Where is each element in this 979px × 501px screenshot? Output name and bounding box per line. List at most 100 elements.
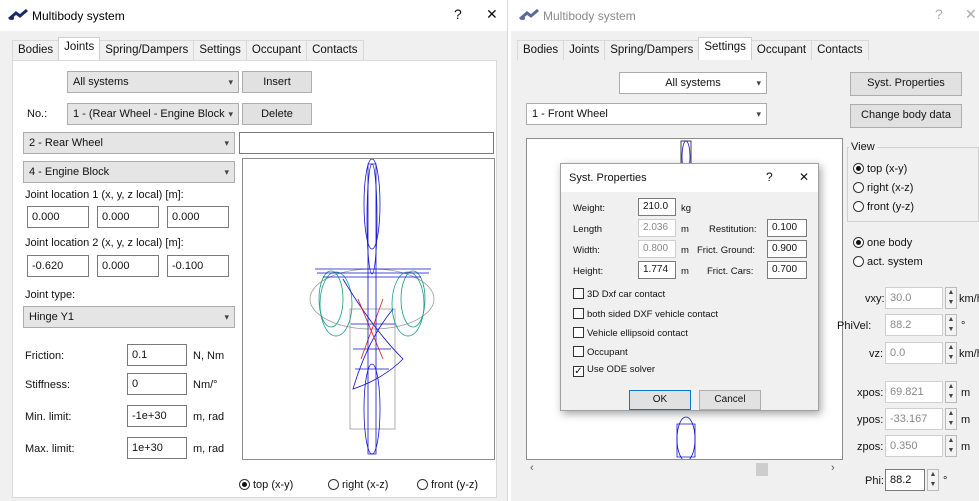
loc1-x-field[interactable]: 0.000 [27,206,89,228]
xpos-spinner[interactable]: ▲ ▼ [945,381,957,403]
xpos-unit: m [961,387,971,399]
vz-spinner[interactable]: ▲ ▼ [945,342,957,364]
loc1-z-field[interactable]: 0.000 [167,206,229,228]
restitution-label: Restitution: [709,224,757,235]
loc2-x-field[interactable]: -0.620 [27,255,89,277]
horizontal-scrollbar[interactable]: ‹ › [526,461,843,478]
insert-button[interactable]: Insert [242,71,312,93]
phi-unit: ° [943,475,948,487]
help-button[interactable]: ? [935,6,943,22]
checkmark-icon: ✓ [573,366,584,377]
vxy-spinner[interactable]: ▲ ▼ [945,287,957,309]
joint-type-combo[interactable]: Hinge Y1 ▾ [23,306,235,328]
systems-combo[interactable]: All systems ▾ [619,72,767,94]
dialog-help-button[interactable]: ? [766,170,773,184]
loc2-y-field[interactable]: 0.000 [97,255,159,277]
joints-panel: All systems ▾ Insert No.: 1 - (Rear Wheel… [12,60,497,498]
body2-combo[interactable]: 4 - Engine Block ▾ [23,161,235,183]
one-body-label: one body [867,237,913,249]
tab-occupant[interactable]: Occupant [750,40,813,60]
close-button[interactable]: ✕ [965,6,977,23]
dxf-car-contact-checkbox[interactable]: 3D Dxf car contact [573,288,665,300]
length-field[interactable]: 2.036 [638,219,676,237]
tab-joints[interactable]: Joints [563,40,606,60]
tab-contacts[interactable]: Contacts [306,40,364,60]
xpos-field[interactable]: 69.821 [885,381,943,403]
joint-type-value: Hinge Y1 [29,311,75,323]
width-label: Width: [573,245,600,256]
view-right-radio[interactable]: right (x-z) [853,182,913,194]
view-front-radio[interactable]: front (y-z) [853,201,914,213]
joint-location-1-label: Joint location 1 (x, y, z local) [m]: [25,189,184,201]
view-top-radio[interactable]: top (x-y) [239,479,293,491]
ok-button[interactable]: OK [629,390,691,410]
tab-settings[interactable]: Settings [193,40,247,60]
delete-button[interactable]: Delete [242,103,312,125]
friction-field[interactable]: 0.1 [127,344,187,366]
scroll-right-icon[interactable]: › [831,462,835,474]
tab-spring-dampers[interactable]: Spring/Dampers [99,40,195,60]
tab-spring-dampers[interactable]: Spring/Dampers [604,40,700,60]
view-top-radio[interactable]: top (x-y) [853,163,907,175]
app-icon [519,8,539,21]
phivel-field[interactable]: 88.2 [885,314,943,336]
occupant-checkbox[interactable]: Occupant [573,346,628,358]
joint-select-combo[interactable]: 1 - (Rear Wheel - Engine Block ▾ [67,103,239,125]
vz-unit: km/h [959,348,979,360]
height-field[interactable]: 1.774 [638,261,676,279]
zpos-field[interactable]: 0.350 [885,435,943,457]
vz-field[interactable]: 0.0 [885,342,943,364]
no-label: No.: [27,108,48,120]
change-body-data-button[interactable]: Change body data [850,104,962,128]
body-combo[interactable]: 1 - Front Wheel ▾ [526,103,767,125]
tab-settings[interactable]: Settings [698,37,752,60]
dxf-car-contact-label: 3D Dxf car contact [587,289,666,300]
joint-name-field[interactable] [239,132,494,154]
scroll-left-icon[interactable]: ‹ [530,462,534,474]
phivel-spinner[interactable]: ▲ ▼ [945,314,957,336]
tab-contacts[interactable]: Contacts [811,40,869,60]
restitution-field[interactable]: 0.100 [767,219,807,237]
length-unit: m [681,224,689,235]
use-ode-solver-checkbox[interactable]: ✓ Use ODE solver [573,364,655,377]
scroll-thumb[interactable] [756,463,768,476]
tab-bodies[interactable]: Bodies [517,40,565,60]
frict-cars-field[interactable]: 0.700 [767,261,807,279]
ypos-spinner[interactable]: ▲ ▼ [945,408,957,430]
vxy-field[interactable]: 30.0 [885,287,943,309]
systems-combo-value: All systems [73,76,129,88]
phi-spinner[interactable]: ▲ ▼ [927,469,939,491]
phi-field[interactable]: 88.2 [885,469,925,491]
view-right-radio[interactable]: right (x-z) [328,479,388,491]
height-unit: m [681,266,689,277]
one-body-radio[interactable]: one body [853,237,912,249]
tab-joints[interactable]: Joints [58,37,101,60]
zpos-unit: m [961,441,971,453]
cancel-button[interactable]: Cancel [699,390,761,410]
dialog-title: Syst. Properties [569,172,647,184]
syst-properties-button[interactable]: Syst. Properties [850,72,962,96]
zpos-spinner[interactable]: ▲ ▼ [945,435,957,457]
tab-occupant[interactable]: Occupant [245,40,308,60]
ypos-field[interactable]: -33.167 [885,408,943,430]
min-limit-field[interactable]: -1e+30 [127,405,187,427]
both-sided-dxf-checkbox[interactable]: both sided DXF vehicle contact [573,308,718,320]
vehicle-ellipsoid-checkbox[interactable]: Vehicle ellipsoid contact [573,327,688,339]
systems-combo[interactable]: All systems ▾ [67,71,239,93]
loc1-y-field[interactable]: 0.000 [97,206,159,228]
chevron-down-icon: ▾ [228,109,233,119]
tab-bodies[interactable]: Bodies [12,40,60,60]
width-field[interactable]: 0.800 [638,240,676,258]
act-system-radio[interactable]: act. system [853,256,923,268]
close-button[interactable]: ✕ [486,6,498,23]
dialog-close-button[interactable]: ✕ [799,170,809,184]
model-3d-view[interactable] [242,158,495,460]
weight-field[interactable]: 210.0 [638,198,676,216]
loc2-z-field[interactable]: -0.100 [167,255,229,277]
body1-combo[interactable]: 2 - Rear Wheel ▾ [23,132,235,154]
stiffness-field[interactable]: 0 [127,373,187,395]
frict-ground-field[interactable]: 0.900 [767,240,807,258]
help-button[interactable]: ? [454,6,462,22]
view-front-radio[interactable]: front (y-z) [417,479,478,491]
max-limit-field[interactable]: 1e+30 [127,437,187,459]
